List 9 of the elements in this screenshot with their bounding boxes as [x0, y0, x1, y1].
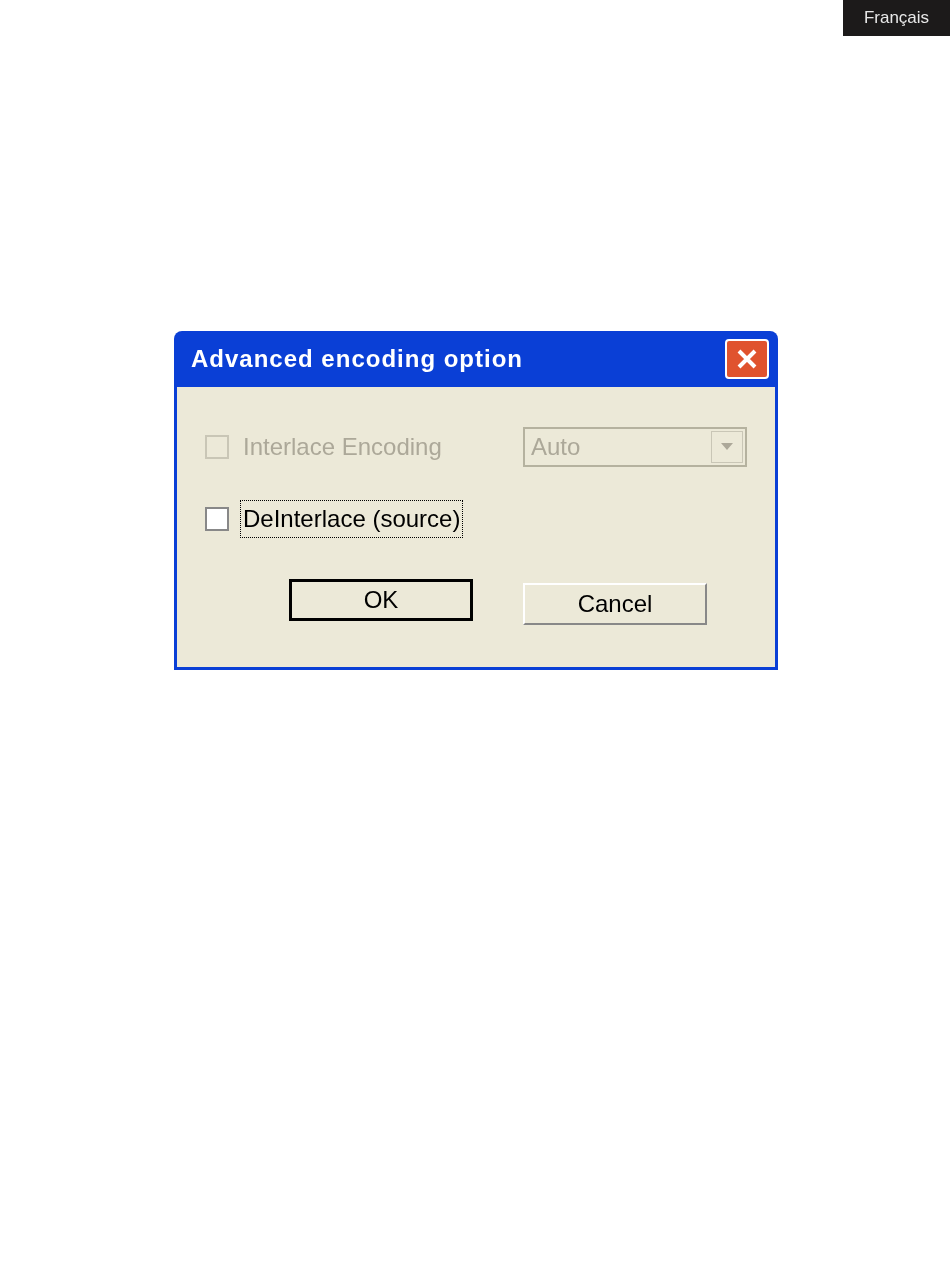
dialog-button[interactable]: Cancel — [523, 583, 707, 625]
window-title: Advanced encoding option — [191, 344, 523, 374]
checkbox[interactable] — [205, 507, 229, 531]
close-icon — [736, 348, 758, 370]
dropdown-arrow-icon — [721, 443, 733, 451]
dialog-button[interactable]: OK — [289, 579, 473, 621]
checkbox-label: Interlace Encoding — [242, 432, 443, 462]
close-button[interactable] — [725, 339, 769, 379]
checkbox-label: DeInterlace (source) — [241, 501, 463, 537]
